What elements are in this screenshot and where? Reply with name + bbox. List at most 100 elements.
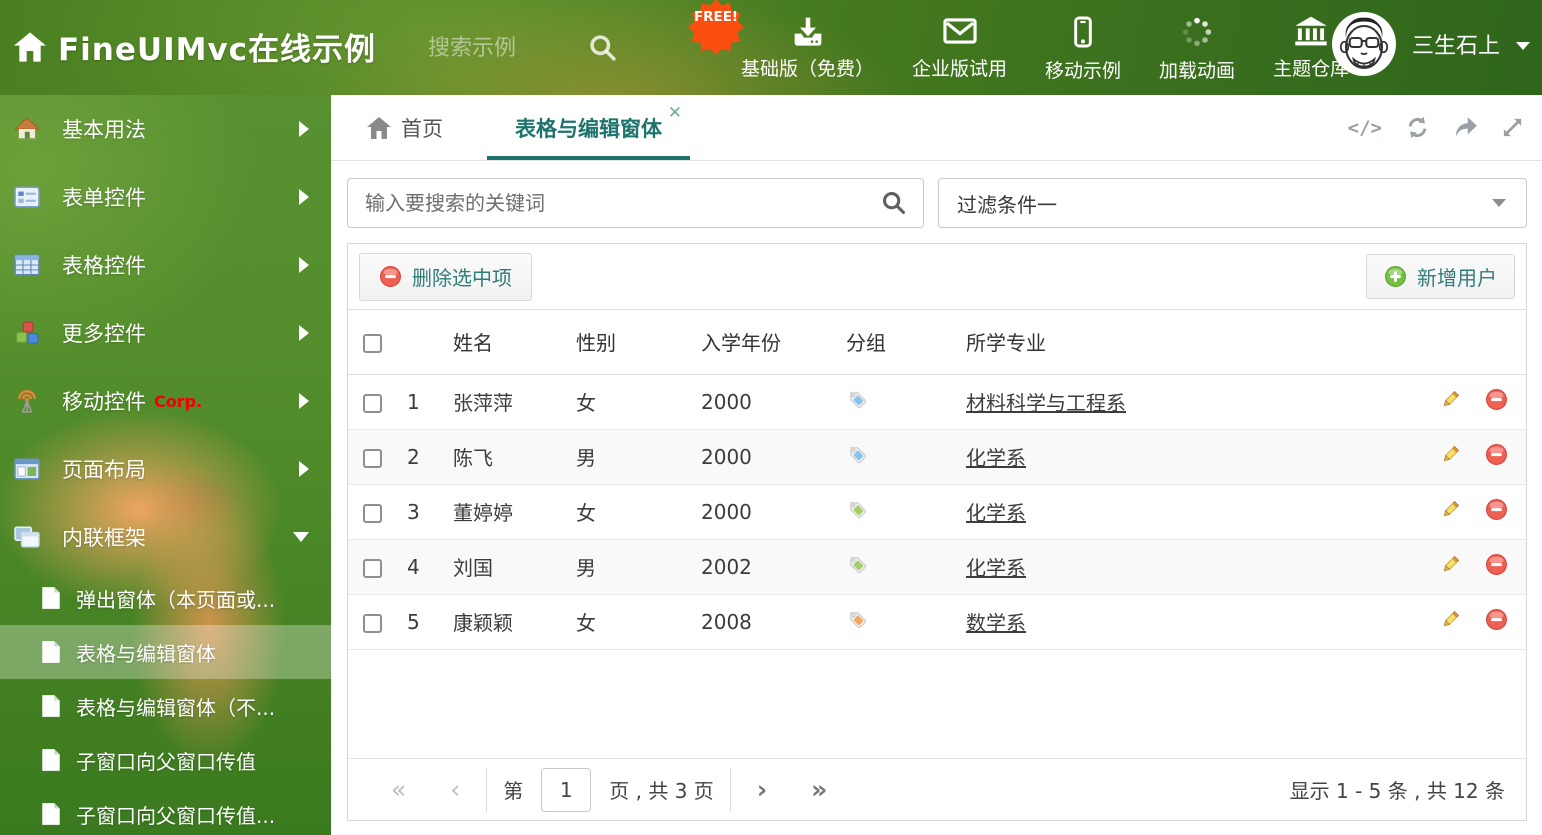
file-icon	[42, 641, 60, 663]
grid-toolbar: 删除选中项 新增用户	[348, 244, 1526, 310]
chevron-right-icon	[299, 461, 309, 477]
row-checkbox[interactable]	[363, 393, 382, 413]
delete-row-button[interactable]	[1485, 443, 1508, 471]
tag-icon	[850, 502, 867, 519]
minus-circle-icon	[1486, 388, 1507, 410]
header-nav: 基础版（免费） 企业版试用 移动示例 加载动画 主题仓库	[722, 16, 1368, 83]
search-icon[interactable]	[588, 33, 618, 63]
chevron-down-icon	[1492, 199, 1506, 207]
open-new-window-button[interactable]	[1453, 116, 1478, 139]
next-page-button[interactable]: ›	[735, 777, 789, 802]
view-source-button[interactable]: </>	[1348, 117, 1382, 139]
edit-row-button[interactable]	[1439, 443, 1462, 471]
layout-icon	[14, 458, 40, 480]
sidebar-item-form-controls[interactable]: 表单控件	[0, 163, 331, 231]
maximize-button[interactable]	[1501, 116, 1524, 139]
spinner-icon	[1182, 17, 1212, 47]
first-page-button[interactable]: «	[369, 777, 428, 802]
tab-home[interactable]: 首页	[357, 95, 453, 160]
windows-icon	[14, 526, 40, 548]
tab-grid-edit-window[interactable]: 表格与编辑窗体 ✕	[487, 95, 690, 160]
major-link[interactable]: 化学系	[966, 556, 1026, 580]
row-number: 5	[407, 609, 420, 634]
sidebar-item-more-controls[interactable]: 更多控件	[0, 299, 331, 367]
cell-gender: 女	[576, 391, 596, 415]
row-checkbox[interactable]	[363, 558, 382, 578]
nav-item-loading-animation[interactable]: 加载动画	[1140, 16, 1254, 83]
header-search-input[interactable]	[428, 35, 588, 61]
sidebar-item-grid-controls[interactable]: 表格控件	[0, 231, 331, 299]
page-label-prefix: 第	[503, 779, 524, 803]
last-page-button[interactable]: »	[789, 777, 849, 802]
delete-selected-button[interactable]: 删除选中项	[359, 252, 532, 301]
delete-row-button[interactable]	[1485, 388, 1508, 416]
sidebar-subitem-grid-edit-window[interactable]: 表格与编辑窗体	[0, 625, 331, 679]
major-link[interactable]: 数学系	[966, 611, 1026, 635]
plus-circle-icon	[1385, 266, 1406, 287]
row-number: 4	[407, 554, 420, 579]
refresh-icon	[1408, 116, 1427, 139]
edit-row-button[interactable]	[1439, 553, 1462, 581]
cell-year: 2000	[701, 389, 752, 414]
add-user-button[interactable]: 新增用户	[1366, 254, 1515, 299]
filter-dropdown[interactable]: 过滤条件一	[938, 178, 1527, 228]
edit-row-button[interactable]	[1439, 498, 1462, 526]
prev-page-button[interactable]: ‹	[428, 777, 482, 802]
select-all-checkbox[interactable]	[363, 333, 382, 353]
pencil-icon	[1443, 610, 1460, 626]
cell-name: 康颖颖	[453, 611, 513, 635]
refresh-button[interactable]	[1405, 115, 1430, 140]
row-number: 1	[407, 389, 420, 414]
delete-row-button[interactable]	[1485, 608, 1508, 636]
edit-row-button[interactable]	[1439, 388, 1462, 416]
nav-item-basic-free[interactable]: 基础版（免费）	[722, 16, 893, 81]
nav-label: 企业版试用	[912, 58, 1008, 80]
main-content: 首页 表格与编辑窗体 ✕ </> 输入要搜索的关键词 过滤条件一 删除选中项 新…	[331, 95, 1542, 835]
chevron-right-icon	[299, 257, 309, 273]
logo[interactable]: FineUIMvc在线示例	[14, 24, 376, 69]
table-row: 1 张萍萍 女 2000 材料科学与工程系	[348, 374, 1526, 429]
sidebar-item-mobile-controls[interactable]: 移动控件 Corp.	[0, 367, 331, 435]
row-number: 2	[407, 444, 420, 469]
minus-circle-icon	[1486, 553, 1507, 575]
sidebar-item-label: 更多控件	[62, 322, 146, 346]
cell-year: 2002	[701, 554, 752, 579]
cell-year: 2000	[701, 444, 752, 469]
sidebar-item-iframe[interactable]: 内联框架	[0, 503, 331, 571]
search-icon[interactable]	[881, 190, 907, 216]
column-group: 分组	[831, 310, 951, 375]
row-checkbox[interactable]	[363, 613, 382, 633]
major-link[interactable]: 化学系	[966, 446, 1026, 470]
column-major: 所学专业	[951, 310, 1424, 375]
major-link[interactable]: 化学系	[966, 501, 1026, 525]
column-year: 入学年份	[686, 310, 831, 375]
nav-label: 移动示例	[1045, 60, 1122, 82]
row-checkbox[interactable]	[363, 503, 382, 523]
table-row: 4 刘国 男 2002 化学系	[348, 539, 1526, 594]
nav-item-mobile-demo[interactable]: 移动示例	[1026, 16, 1140, 83]
sidebar-subitem-child-to-parent[interactable]: 子窗口向父窗口传值	[0, 733, 331, 787]
minus-circle-icon	[380, 266, 401, 287]
sidebar-item-page-layout[interactable]: 页面布局	[0, 435, 331, 503]
sidebar-subitem-grid-edit-window-no[interactable]: 表格与编辑窗体（不...	[0, 679, 331, 733]
edit-row-button[interactable]	[1439, 608, 1462, 636]
sidebar-item-basic-usage[interactable]: 基本用法	[0, 95, 331, 163]
sidebar-subitem-child-to-parent-2[interactable]: 子窗口向父窗口传值...	[0, 787, 331, 835]
major-link[interactable]: 材料科学与工程系	[966, 391, 1126, 415]
user-menu[interactable]: 三生石上	[1332, 12, 1531, 76]
delete-row-button[interactable]	[1485, 553, 1508, 581]
tab-bar: 首页 表格与编辑窗体 ✕ </>	[331, 95, 1542, 161]
row-checkbox[interactable]	[363, 448, 382, 468]
page-number-input[interactable]	[541, 767, 592, 812]
nav-item-enterprise-trial[interactable]: 企业版试用	[893, 16, 1026, 81]
file-icon	[42, 749, 60, 771]
delete-row-button[interactable]	[1485, 498, 1508, 526]
sidebar-subitem-popup-window[interactable]: 弹出窗体（本页面或...	[0, 571, 331, 625]
keyword-search-input[interactable]	[348, 191, 881, 215]
grid-panel: 删除选中项 新增用户 姓名 性别 入学年份 分组 所学专业 1 张萍萍 女 20…	[347, 243, 1527, 821]
cell-gender: 女	[576, 501, 596, 525]
pagination-bar: « ‹ 第 页 , 共 3 页 › » 显示 1 - 5 条 , 共 12 条	[348, 758, 1526, 820]
record-count-summary: 显示 1 - 5 条 , 共 12 条	[1289, 779, 1505, 803]
close-icon[interactable]: ✕	[668, 105, 682, 122]
chevron-down-icon	[1516, 41, 1531, 50]
